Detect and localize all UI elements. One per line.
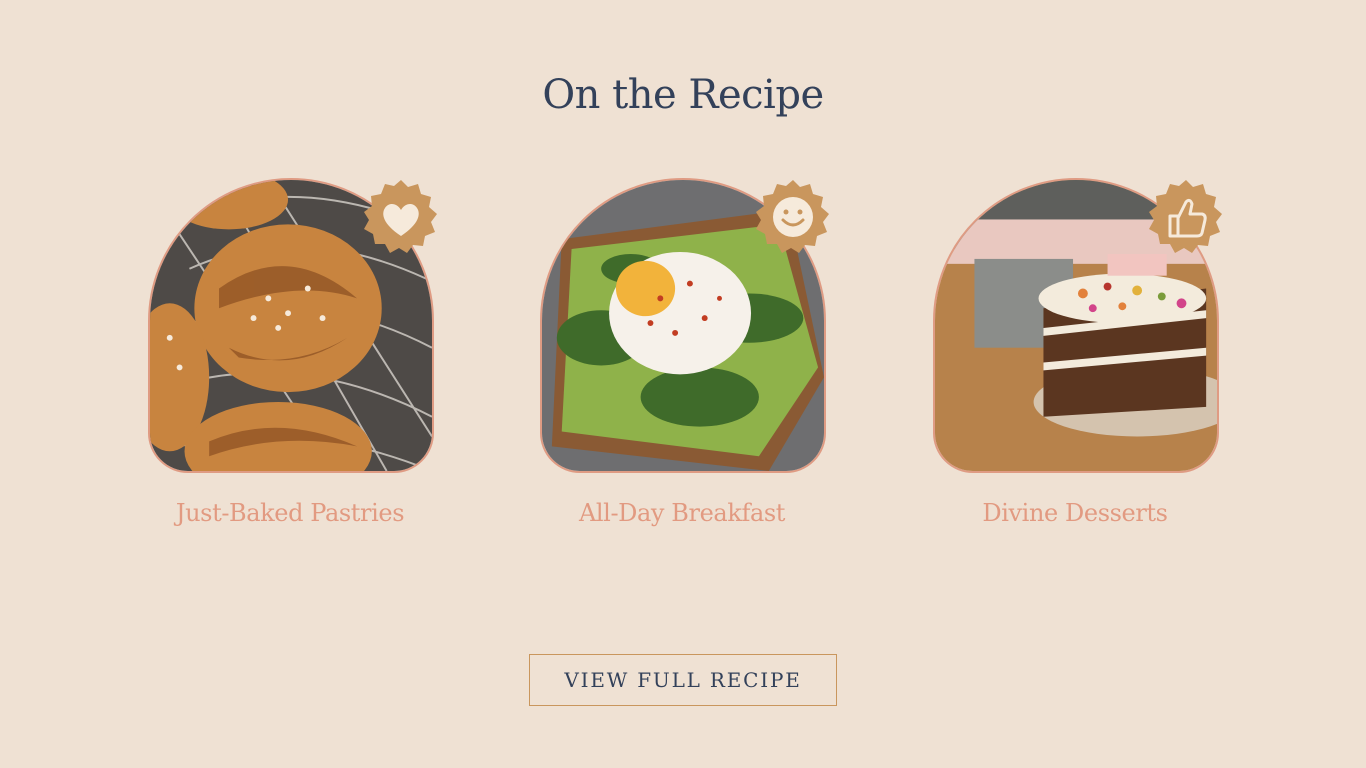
card-label[interactable]: Just-Baked Pastries: [140, 499, 440, 527]
recipe-section: On the Recipe Just-Baked Pastries All-Da…: [0, 0, 1366, 768]
view-full-recipe-button[interactable]: VIEW FULL RECIPE: [529, 654, 837, 706]
heart-icon: [364, 180, 437, 253]
recipe-card-desserts[interactable]: Divine Desserts: [925, 178, 1225, 527]
card-label[interactable]: All-Day Breakfast: [532, 499, 832, 527]
badge-thumbs-up: [1146, 178, 1226, 258]
recipe-card-pastries[interactable]: Just-Baked Pastries: [140, 178, 440, 527]
badge-smiley: [753, 178, 833, 258]
card-label[interactable]: Divine Desserts: [925, 499, 1225, 527]
thumbs-up-icon: [1149, 180, 1222, 253]
smiley-icon: [756, 180, 829, 253]
recipe-card-breakfast[interactable]: All-Day Breakfast: [532, 178, 832, 527]
badge-heart: [361, 178, 441, 258]
section-title: On the Recipe: [542, 72, 824, 118]
